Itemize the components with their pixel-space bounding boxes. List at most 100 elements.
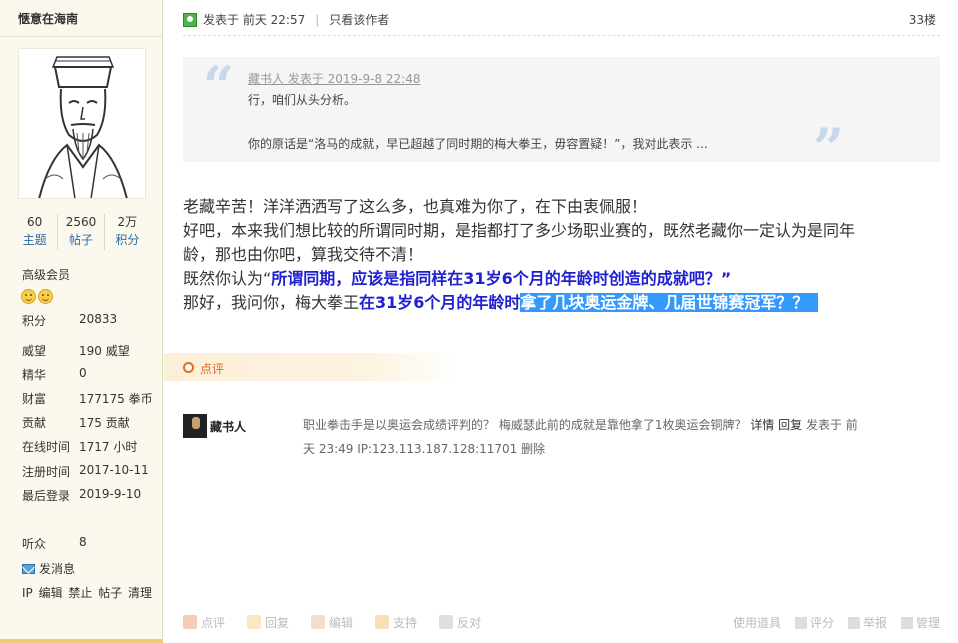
text-span: 那好，我问你，梅大拳王 bbox=[183, 293, 360, 312]
thumb-up-icon bbox=[375, 615, 390, 629]
send-message-link[interactable]: 发消息 bbox=[22, 560, 75, 577]
stat-posts[interactable]: 2560 帖子 bbox=[58, 214, 105, 250]
selected-text: 拿了几块奥运金牌、几届世锦赛冠军？？ bbox=[520, 293, 819, 312]
divider bbox=[0, 36, 162, 37]
reply-label: 回复 bbox=[265, 615, 290, 630]
reply-icon bbox=[247, 615, 262, 629]
info-key: 最后登录 bbox=[22, 489, 71, 503]
oppose-button[interactable]: 反对 bbox=[439, 614, 481, 631]
score-icon bbox=[794, 617, 807, 629]
post-main: 发表于 前天 22:57 | 只看该作者 33楼 “ 藏书人 发表于 2019-… bbox=[164, 0, 958, 643]
report-icon bbox=[847, 617, 860, 629]
user-group[interactable]: 高级会员 bbox=[22, 266, 70, 283]
edit-label: 编辑 bbox=[329, 615, 354, 630]
quote-line: 你的原话是“洛马的成就，早已超越了同时期的梅大拳王，毋容置疑！”，我对此表示 .… bbox=[248, 137, 708, 151]
floor-number[interactable]: 33楼 bbox=[909, 11, 936, 28]
stat-threads-label[interactable]: 主题 bbox=[12, 230, 57, 250]
info-key: 财富 bbox=[22, 392, 47, 406]
send-message-label: 发消息 bbox=[39, 562, 76, 576]
post-actions: 点评 回复 编辑 支持 反对 使用道具 评分 举报 管理 bbox=[183, 608, 940, 636]
listeners-label: 听众 bbox=[22, 537, 47, 551]
info-row: 在线时间 1717 小时 bbox=[22, 438, 157, 455]
info-value: 1717 小时 bbox=[79, 440, 138, 454]
post-paragraph: 既然你认为“所谓同期，应该是指同样在31岁6个月的年龄时创造的成就吧？” bbox=[183, 267, 945, 291]
quote-author-link[interactable]: 藏书人 发表于 2019-9-8 22:48 bbox=[248, 70, 421, 87]
info-key: 在线时间 bbox=[22, 440, 71, 454]
post-time: 发表于 前天 22:57 bbox=[203, 13, 306, 27]
info-key: 威望 bbox=[22, 344, 47, 358]
info-row: 积分 20833 bbox=[22, 312, 157, 329]
oppose-label: 反对 bbox=[457, 615, 482, 630]
post-content: 老藏辛苦！洋洋洒洒写了这么多，也真难为你了，在下由衷佩服！ 好吧，本来我们想比较… bbox=[183, 195, 945, 315]
manage-icon bbox=[900, 617, 913, 629]
stat-posts-label[interactable]: 帖子 bbox=[58, 230, 103, 250]
actions-right: 使用道具 评分 举报 管理 bbox=[733, 614, 940, 631]
comment-body: 职业拳击手是以奥运会成绩评判的？ 梅威瑟此前的成就是靠他拿了1枚奥运会铜牌？ 详… bbox=[303, 413, 903, 461]
comment-delete-link[interactable]: 删除 bbox=[521, 442, 545, 456]
info-key: 精华 bbox=[22, 368, 47, 382]
header-divider: | bbox=[315, 12, 320, 27]
comment-reply-link[interactable]: 回复 bbox=[778, 418, 802, 432]
comment-detail-link[interactable]: 详情 bbox=[750, 418, 774, 432]
info-row: 威望 190 威望 bbox=[22, 342, 157, 359]
sidebar-bottom-bar bbox=[0, 639, 163, 643]
edit-button[interactable]: 编辑 bbox=[311, 614, 353, 631]
author-username[interactable]: 惬意在海南 bbox=[18, 10, 78, 27]
thumb-down-icon bbox=[439, 615, 454, 629]
stat-threads-num: 60 bbox=[27, 215, 43, 229]
rate-label: 点评 bbox=[201, 615, 226, 630]
stat-posts-num: 2560 bbox=[65, 215, 97, 229]
rate-button[interactable]: 点评 bbox=[183, 614, 225, 631]
post-paragraph: 好吧，本来我们想比较的所谓同时期，是指都打了多少场职业赛的，既然老藏你一定认为是… bbox=[183, 221, 856, 240]
support-label: 支持 bbox=[393, 615, 418, 630]
info-value: 190 威望 bbox=[79, 344, 130, 358]
text-span: 既然你认为“ bbox=[183, 269, 272, 288]
user-sidebar: 惬意在海南 60 主题 2560 帖子 2万 积分 高级会员 积分 20833 … bbox=[0, 0, 163, 643]
info-row: 财富 177175 拳币 bbox=[22, 390, 157, 407]
rating-circle-icon bbox=[183, 362, 194, 373]
bold-blue-text: 所谓同期，应该是指同样在31岁6个月的年龄时创造的成就吧？” bbox=[271, 269, 732, 288]
stat-credits-num: 2万 bbox=[117, 215, 138, 229]
comment-text: 职业拳击手是以奥运会成绩评判的？ 梅威瑟此前的成就是靠他拿了1枚奥运会铜牌？ bbox=[303, 418, 747, 432]
reply-button[interactable]: 回复 bbox=[247, 614, 289, 631]
stat-credits[interactable]: 2万 积分 bbox=[105, 214, 150, 250]
info-row: 注册时间 2017-10-11 bbox=[22, 463, 157, 480]
info-value: 2019-9-10 bbox=[79, 487, 142, 501]
rate-icon bbox=[183, 615, 197, 629]
author-only-link[interactable]: 只看该作者 bbox=[329, 11, 389, 28]
info-key: 注册时间 bbox=[22, 465, 71, 479]
smiley-icon bbox=[38, 289, 53, 304]
comment-username[interactable]: 藏书人 bbox=[210, 418, 246, 435]
info-row: 最后登录 2019-9-10 bbox=[22, 487, 157, 504]
avatar-portrait-icon bbox=[19, 49, 145, 198]
info-value: 2017-10-11 bbox=[79, 463, 149, 477]
listeners-count[interactable]: 8 bbox=[79, 535, 87, 552]
info-row: 精华 0 bbox=[22, 366, 157, 383]
score-label: 评分 bbox=[809, 615, 834, 630]
comment-posted: 发表于 前 bbox=[805, 418, 858, 432]
smiley-icon bbox=[21, 289, 36, 304]
online-status-icon bbox=[183, 12, 197, 27]
user-stats: 60 主题 2560 帖子 2万 积分 bbox=[12, 214, 150, 250]
comment-line: 天 23:49 IP:123.113.187.128:11701 删除 bbox=[303, 437, 903, 461]
manage-link[interactable]: 管理 bbox=[900, 614, 940, 631]
listeners-row: 听众 8 bbox=[22, 535, 87, 552]
post-paragraph: 老藏辛苦！洋洋洒洒写了这么多，也真难为你了，在下由衷佩服！ bbox=[183, 197, 648, 216]
rating-tab[interactable]: 点评 bbox=[164, 353, 459, 381]
stat-credits-label[interactable]: 积分 bbox=[105, 230, 150, 250]
stat-threads[interactable]: 60 主题 bbox=[12, 214, 59, 250]
comment-avatar[interactable] bbox=[183, 414, 207, 438]
user-medals bbox=[21, 289, 53, 304]
info-value: 0 bbox=[79, 366, 87, 380]
use-tools-link[interactable]: 使用道具 bbox=[733, 614, 781, 631]
info-key: 贡献 bbox=[22, 416, 47, 430]
avatar[interactable] bbox=[18, 48, 146, 199]
divider bbox=[183, 35, 940, 36]
comment-meta: 天 23:49 IP:123.113.187.128:11701 bbox=[303, 442, 518, 456]
score-link[interactable]: 评分 bbox=[794, 614, 834, 631]
support-button[interactable]: 支持 bbox=[375, 614, 417, 631]
report-link[interactable]: 举报 bbox=[847, 614, 887, 631]
admin-links[interactable]: IP 编辑 禁止 帖子 清理 bbox=[22, 584, 152, 601]
info-value: 20833 bbox=[79, 312, 118, 326]
post-header: 发表于 前天 22:57 | 只看该作者 bbox=[183, 11, 389, 28]
